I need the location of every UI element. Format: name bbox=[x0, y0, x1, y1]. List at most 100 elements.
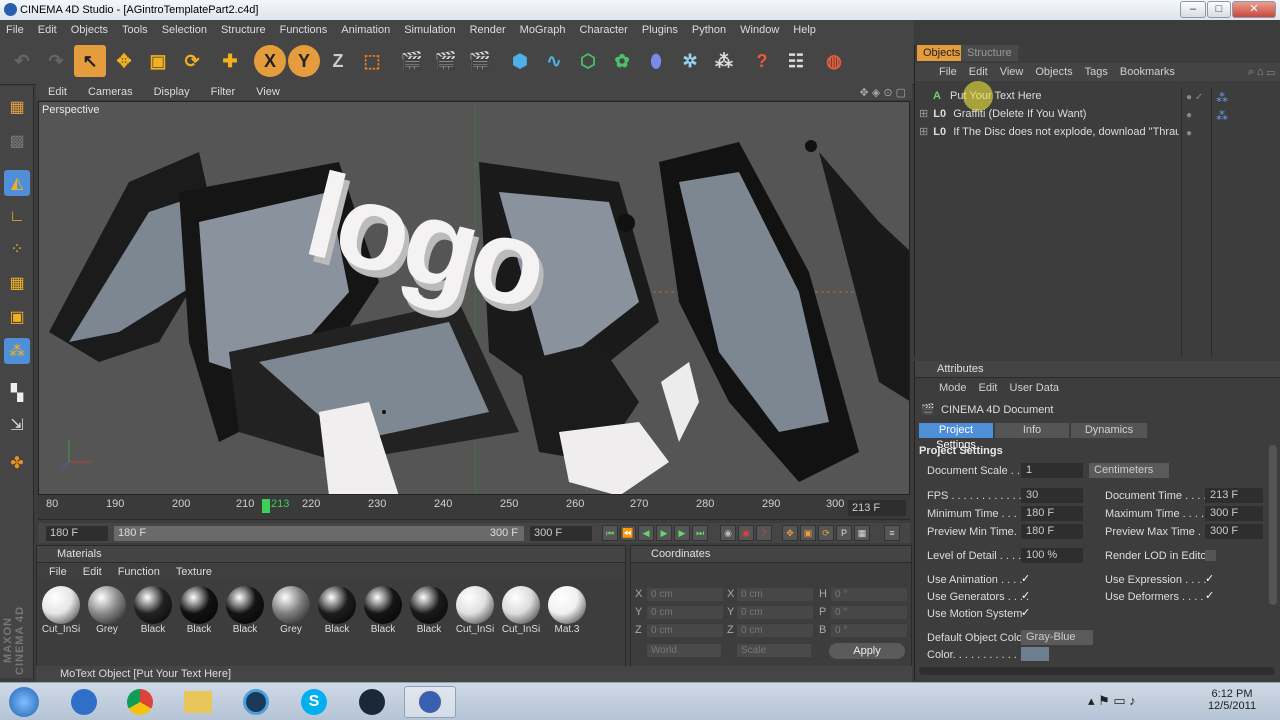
vp-menu-edit[interactable]: Edit bbox=[48, 86, 67, 98]
z-axis-icon[interactable]: Z bbox=[322, 45, 354, 77]
coordinate-system-icon[interactable]: ⬚ bbox=[356, 45, 388, 77]
end-frame-field[interactable]: 300 F bbox=[530, 526, 592, 541]
mat-menu-function[interactable]: Function bbox=[118, 566, 160, 578]
checkerboard-icon[interactable]: ▚ bbox=[4, 380, 30, 406]
live-selection-icon[interactable]: ↖ bbox=[74, 45, 106, 77]
render-view-icon[interactable]: 🎬 bbox=[396, 45, 428, 77]
checker-icon[interactable]: ▩ bbox=[4, 128, 30, 154]
prev-key-icon[interactable]: ⏪ bbox=[620, 525, 636, 541]
maximize-button[interactable]: □ bbox=[1207, 1, 1231, 18]
position-z-field[interactable]: 0 cm bbox=[647, 624, 723, 637]
timeline-menu-icon[interactable]: ≡ bbox=[884, 525, 900, 541]
world-dropdown[interactable]: World bbox=[647, 644, 721, 657]
snap-icon[interactable]: ⇲ bbox=[4, 412, 30, 438]
y-axis-icon[interactable]: Y bbox=[288, 45, 320, 77]
render-picture-icon[interactable]: 🎬 bbox=[430, 45, 462, 77]
viewport-layout-icon[interactable]: ▦ bbox=[4, 94, 30, 120]
object-mode-icon[interactable]: ∟ bbox=[4, 204, 30, 230]
minimize-button[interactable]: – bbox=[1180, 1, 1206, 18]
attr-menu-edit[interactable]: Edit bbox=[979, 382, 998, 394]
scene-icon[interactable]: ✲ bbox=[674, 45, 706, 77]
material-swatch[interactable]: Cut_InSi bbox=[39, 586, 83, 640]
mat-menu-texture[interactable]: Texture bbox=[176, 566, 212, 578]
menu-functions[interactable]: Functions bbox=[280, 24, 328, 36]
rotate-icon[interactable]: ⟳ bbox=[176, 45, 208, 77]
playhead[interactable] bbox=[262, 499, 270, 513]
key-param-icon[interactable]: P bbox=[836, 525, 852, 541]
units-dropdown[interactable]: Centimeters bbox=[1089, 463, 1169, 478]
model-mode-icon[interactable]: ◭ bbox=[4, 170, 30, 196]
material-swatch[interactable]: Grey bbox=[269, 586, 313, 640]
nurbs-icon[interactable]: ⬡ bbox=[572, 45, 604, 77]
material-swatch[interactable]: Cut_InSi bbox=[499, 586, 543, 640]
use-deformers-checkbox[interactable]: ✓ bbox=[1205, 591, 1216, 602]
menu-selection[interactable]: Selection bbox=[162, 24, 207, 36]
menu-file[interactable]: File bbox=[6, 24, 24, 36]
scale-icon[interactable]: ▣ bbox=[142, 45, 174, 77]
minimum-time-field[interactable]: 180 F bbox=[1021, 506, 1083, 521]
rotation-b-field[interactable]: 0 ° bbox=[831, 624, 907, 637]
obj-menu-objects[interactable]: Objects bbox=[1035, 66, 1072, 78]
level-of-detail-field[interactable]: 100 % bbox=[1021, 548, 1083, 563]
keyframe-selection-icon[interactable]: ? bbox=[756, 525, 772, 541]
document-scale-field[interactable]: 1 bbox=[1021, 463, 1083, 478]
start-frame-field[interactable]: 180 F bbox=[46, 526, 108, 541]
autokey-icon[interactable]: ◉ bbox=[738, 525, 754, 541]
perspective-viewport[interactable]: Perspective logo bbox=[38, 101, 910, 495]
obj-menu-tags[interactable]: Tags bbox=[1085, 66, 1108, 78]
menu-render[interactable]: Render bbox=[470, 24, 506, 36]
render-settings-icon[interactable]: 🎬 bbox=[464, 45, 496, 77]
prev-frame-icon[interactable]: ◀ bbox=[638, 525, 654, 541]
tab-structure[interactable]: Structure bbox=[961, 45, 1018, 61]
polygon-mode-icon[interactable]: ▣ bbox=[4, 304, 30, 330]
size-z-field[interactable]: 0 cm bbox=[737, 624, 813, 637]
explorer-icon[interactable] bbox=[172, 686, 224, 718]
object-row[interactable]: ⊞ L0 If The Disc does not explode, downl… bbox=[919, 123, 1179, 141]
menu-window[interactable]: Window bbox=[740, 24, 779, 36]
use-generators-checkbox[interactable]: ✓ bbox=[1021, 591, 1032, 602]
cinema4d-taskbar-icon[interactable] bbox=[404, 686, 456, 718]
mat-menu-edit[interactable]: Edit bbox=[83, 566, 102, 578]
maximum-time-field[interactable]: 300 F bbox=[1205, 506, 1263, 521]
menu-help[interactable]: Help bbox=[793, 24, 816, 36]
object-row[interactable]: A Put Your Text Here bbox=[919, 87, 1179, 105]
object-row[interactable]: ⊞ L0 Graffiti (Delete If You Want) bbox=[919, 105, 1179, 123]
globe-icon[interactable]: ◍ bbox=[818, 45, 850, 77]
key-pla-icon[interactable]: ▦ bbox=[854, 525, 870, 541]
attr-menu-mode[interactable]: Mode bbox=[939, 382, 967, 394]
deformer-icon[interactable]: ⬮ bbox=[640, 45, 672, 77]
fps-field[interactable]: 30 bbox=[1021, 488, 1083, 503]
current-frame-field[interactable]: 213 F bbox=[848, 500, 906, 516]
settings-icon[interactable]: ☷ bbox=[780, 45, 812, 77]
cube-icon[interactable]: ⬢ bbox=[504, 45, 536, 77]
spline-icon[interactable]: ∿ bbox=[538, 45, 570, 77]
menu-structure[interactable]: Structure bbox=[221, 24, 266, 36]
horizontal-scrollbar[interactable] bbox=[919, 667, 1275, 675]
move-tool-icon[interactable]: ✚ bbox=[214, 45, 246, 77]
obj-menu-edit[interactable]: Edit bbox=[969, 66, 988, 78]
menu-python[interactable]: Python bbox=[692, 24, 726, 36]
material-swatch[interactable]: Black bbox=[177, 586, 221, 640]
material-swatch[interactable]: Black bbox=[361, 586, 405, 640]
vp-menu-display[interactable]: Display bbox=[154, 86, 190, 98]
material-swatch[interactable]: Cut_InSi bbox=[453, 586, 497, 640]
material-swatch[interactable]: Black bbox=[131, 586, 175, 640]
tab-dynamics[interactable]: Dynamics bbox=[1071, 423, 1147, 438]
search-icon[interactable]: ⌕ ⌂ ▭ bbox=[1248, 66, 1275, 79]
vertical-scrollbar[interactable] bbox=[1269, 445, 1277, 605]
close-button[interactable]: ✕ bbox=[1232, 1, 1276, 18]
undo-icon[interactable]: ↶ bbox=[6, 45, 38, 77]
steam-icon[interactable] bbox=[346, 686, 398, 718]
object-name[interactable]: If The Disc does not explode, download "… bbox=[953, 126, 1179, 138]
scale-dropdown[interactable]: Scale bbox=[737, 644, 811, 657]
size-y-field[interactable]: 0 cm bbox=[737, 606, 813, 619]
mat-menu-file[interactable]: File bbox=[49, 566, 67, 578]
tray-clock[interactable]: 6:12 PM 12/5/2011 bbox=[1196, 688, 1268, 712]
chrome-icon[interactable] bbox=[114, 686, 166, 718]
obj-menu-file[interactable]: File bbox=[939, 66, 957, 78]
menu-edit[interactable]: Edit bbox=[38, 24, 57, 36]
environment-icon[interactable]: ⁂ bbox=[708, 45, 740, 77]
menu-character[interactable]: Character bbox=[580, 24, 628, 36]
rotation-h-field[interactable]: 0 ° bbox=[831, 588, 907, 601]
edge-mode-icon[interactable]: ▦ bbox=[4, 270, 30, 296]
